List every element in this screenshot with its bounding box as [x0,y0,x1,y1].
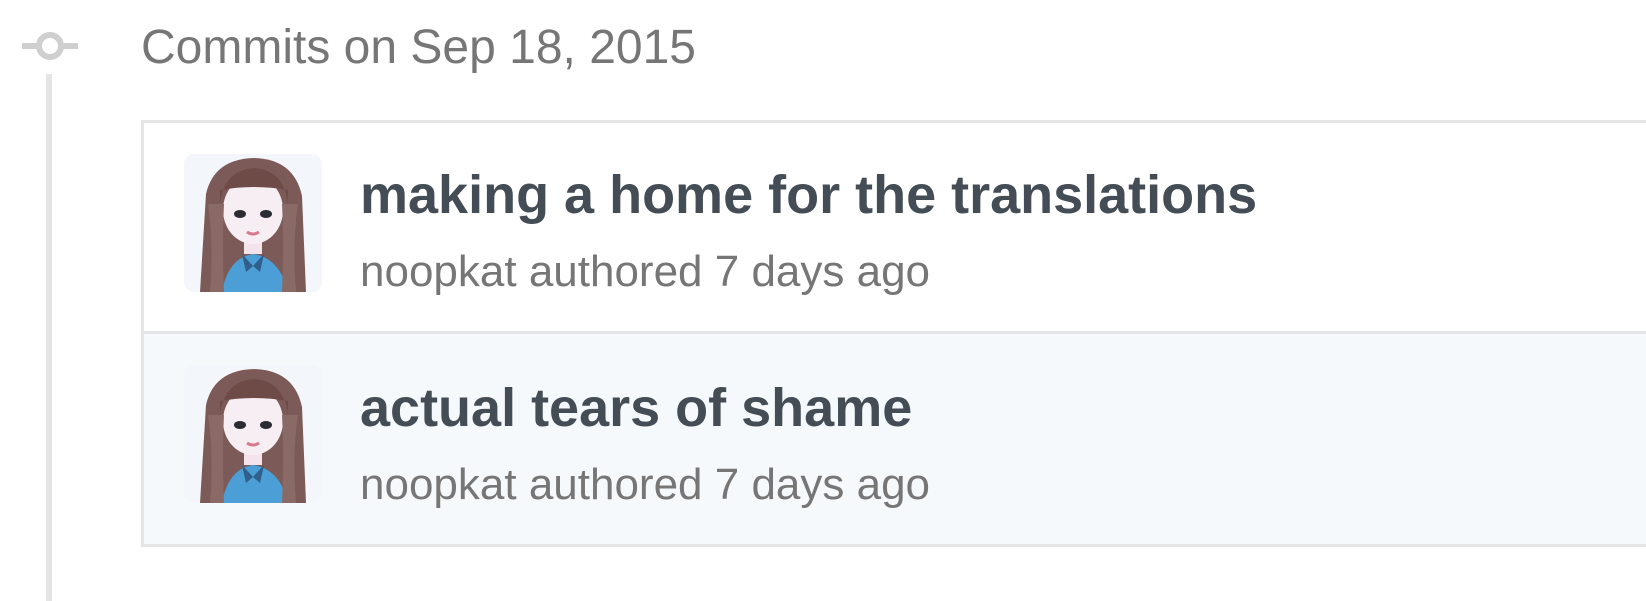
commit-history-page: Commits on Sep 18, 2015 making a home fo… [0,0,1646,601]
commit-group-header: Commits on Sep 18, 2015 [141,21,696,74]
author-avatar[interactable] [184,154,322,292]
commit-meta: noopkat authored 7 days ago [360,245,930,299]
commit-time: 7 days ago [714,460,931,509]
commit-action: authored [528,247,703,296]
commit-author-link[interactable]: noopkat [360,247,517,296]
author-avatar[interactable] [184,365,322,503]
commit-time: 7 days ago [714,247,931,296]
commit-title-link[interactable]: making a home for the translations [360,163,1257,227]
avatar-illustration-icon [184,154,322,292]
commit-row: actual tears of shame noopkat authored 7… [144,334,1646,544]
commit-action: authored [528,460,703,509]
avatar-illustration-icon [184,365,322,503]
commit-list: making a home for the translations noopk… [141,120,1646,547]
git-commit-icon [22,32,78,60]
commit-meta: noopkat authored 7 days ago [360,458,930,512]
commit-row: making a home for the translations noopk… [144,123,1646,334]
commit-author-link[interactable]: noopkat [360,460,517,509]
commit-title-link[interactable]: actual tears of shame [360,376,912,440]
timeline-line [46,74,52,601]
